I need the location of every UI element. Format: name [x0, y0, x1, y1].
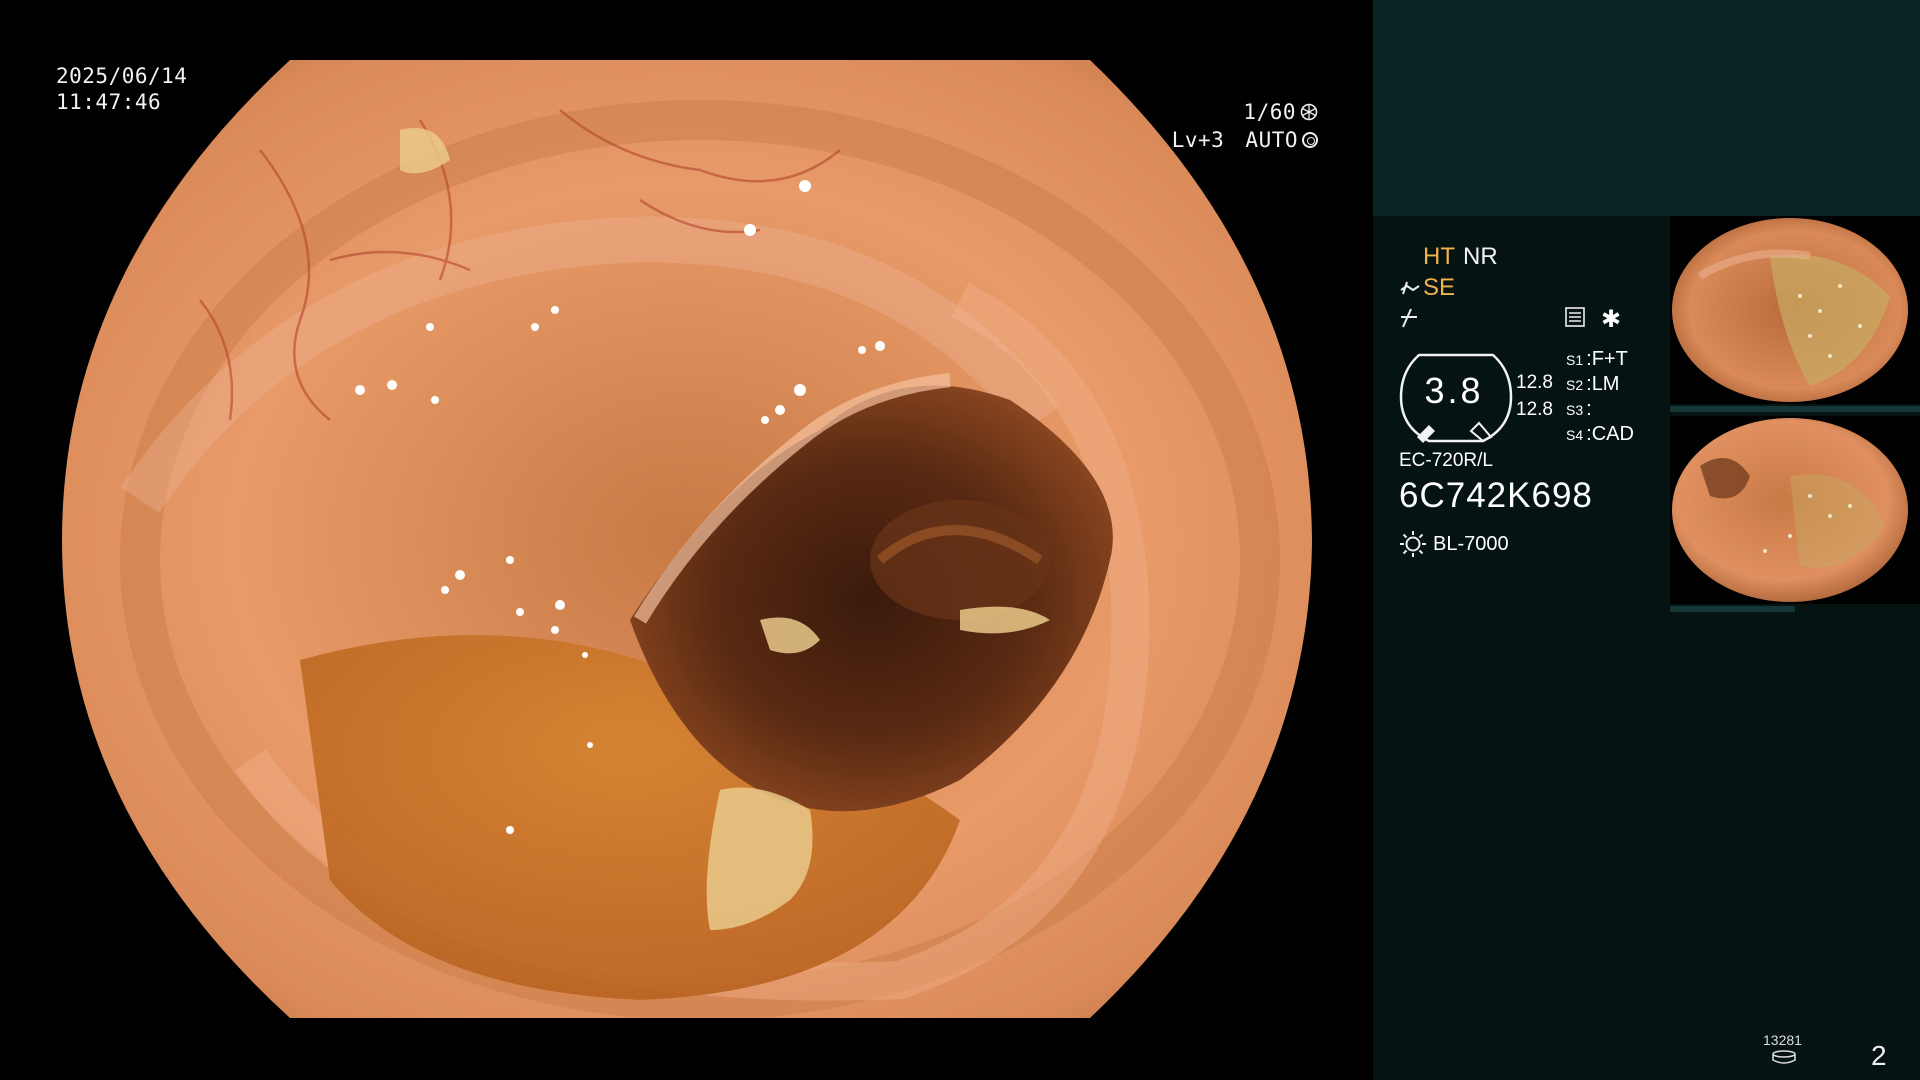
switch-s4-value: CAD	[1591, 423, 1634, 445]
info-panel: HT NR SE ✱ 3.8 12.8 12.8 S1:F+T S2:LM S3…	[1373, 0, 1920, 1080]
storage-icon	[1772, 1050, 1796, 1064]
memo-icon	[1565, 307, 1585, 327]
thumbnail-1-bar	[1670, 406, 1920, 412]
endoscope-view: 2025/06/14 11:47:46 1/60 Lv+3 AUTO	[0, 0, 1372, 1080]
ht-indicator: HT	[1423, 243, 1455, 270]
switch-s2-key: S2	[1566, 377, 1584, 393]
shutter-icon	[1300, 103, 1318, 121]
asterisk-icon: ✱	[1601, 306, 1622, 333]
iris-mode: AUTO	[1245, 128, 1298, 152]
structure-value: 3.8	[1424, 370, 1484, 411]
switch-s2: S2:LM	[1566, 373, 1620, 395]
timestamp-date: 2025/06/14	[56, 64, 188, 88]
switch-s1: S1:F+T	[1566, 348, 1628, 370]
scope-model: EC-720R/L	[1399, 450, 1493, 471]
thumbnail-2[interactable]	[1670, 416, 1920, 604]
endoscopy-image	[62, 60, 1312, 1018]
switch-s3: S3:	[1566, 398, 1592, 420]
timestamp-time: 11:47:46	[56, 90, 162, 114]
switch-s4: S4:CAD	[1566, 423, 1634, 445]
timestamp: 2025/06/14 11:47:46	[56, 63, 187, 115]
thumbnail-1-image	[1672, 218, 1908, 402]
freeze-icon	[1401, 308, 1417, 328]
switch-s1-key: S1	[1566, 352, 1584, 368]
exposure-readout: 1/60 Lv+3 AUTO	[1172, 98, 1318, 154]
auto-iris-icon	[1302, 132, 1318, 148]
shutter-speed: 1/60	[1243, 100, 1296, 124]
thumbnail-1[interactable]	[1670, 216, 1920, 404]
scope-serial: 6C742K698	[1399, 476, 1593, 515]
switch-s3-key: S3	[1566, 402, 1584, 418]
thumbnail-2-bar	[1670, 606, 1795, 612]
switch-s2-value: LM	[1591, 373, 1620, 395]
light-source-name: BL-7000	[1433, 532, 1509, 555]
scope-icon	[1400, 281, 1420, 295]
value-a: 12.8	[1516, 372, 1553, 393]
brightness-level: Lv+3	[1171, 128, 1225, 152]
se-indicator: SE	[1423, 274, 1456, 301]
light-source: BL-7000	[1399, 530, 1509, 558]
image-count: 13281	[1763, 1032, 1802, 1048]
value-b: 12.8	[1516, 399, 1553, 420]
light-source-icon	[1400, 531, 1426, 557]
nr-indicator: NR	[1463, 243, 1498, 270]
switch-s4-key: S4	[1566, 427, 1584, 443]
thumbnail-2-image	[1672, 418, 1908, 602]
switch-s1-value: F+T	[1591, 348, 1628, 370]
page-number: 2	[1871, 1040, 1887, 1071]
panel-header-area	[1373, 0, 1920, 216]
